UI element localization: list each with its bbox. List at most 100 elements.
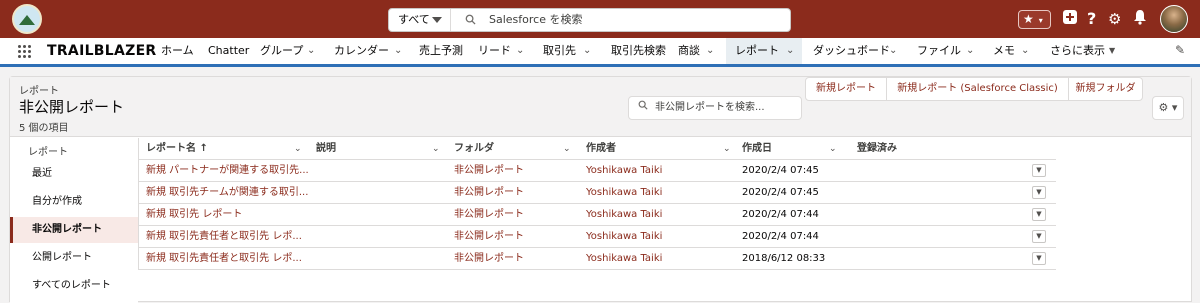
chevron-down-icon[interactable]: ⌄ [294,138,302,160]
list-search-input[interactable]: 非公開レポートを検索... [628,96,802,120]
search-input[interactable]: Salesforce を検索 [489,9,582,31]
column-header-folder[interactable]: フォルダ [454,138,494,160]
chevron-down-icon[interactable]: ⌄ [432,138,440,160]
folder-link[interactable]: 非公開レポート [454,226,524,247]
column-header-description[interactable]: 説明 [316,138,336,160]
sidebar-item-public-reports[interactable]: 公開レポート [10,245,138,271]
new-folder-button[interactable]: 新規フォルダ [1068,77,1143,101]
report-name-link[interactable]: 新規 取引先 レポート [146,204,311,225]
row-actions-button[interactable]: ▼ [1032,164,1046,177]
created-date: 2020/2/4 07:45 [742,165,819,176]
tab-home[interactable]: ホーム [161,38,194,64]
chevron-down-icon: ▾ [1038,16,1043,25]
column-header-subscribed[interactable]: 登録済み [857,138,897,160]
report-name-link[interactable]: 新規 パートナーが関連する取引先... [146,160,311,181]
table-row: 新規 取引先 レポート 非公開レポート Yoshikawa Taiki 2020… [138,204,1056,226]
app-nav-bar: TRAILBLAZER ホーム Chatter グループ ⌄ カレンダー ⌄ 売… [0,38,1200,67]
avatar[interactable] [1160,5,1188,33]
tab-accounts[interactable]: 取引先 [543,38,576,64]
chevron-down-icon [432,17,442,23]
tab-dashboards[interactable]: ダッシュボード [813,38,890,64]
column-header-report-name[interactable]: レポート名 ↑ [146,138,208,160]
list-view-panel: レポート 非公開レポート 5 個の項目 非公開レポートを検索... 新規レポート… [9,76,1192,303]
sidebar-item-recent[interactable]: 最近 [10,161,138,187]
breadcrumb: レポート [19,86,59,97]
gear-icon[interactable]: ⚙ [1108,9,1121,29]
tab-account-search[interactable]: 取引先検索 [611,38,666,64]
report-name-link[interactable]: 新規 取引先責任者と取引先 レポ... [146,248,311,269]
table-row: 新規 パートナーが関連する取引先... 非公開レポート Yoshikawa Ta… [138,160,1056,182]
table-row: 新規 取引先責任者と取引先 レポ... 非公開レポート Yoshikawa Ta… [138,226,1056,248]
sidebar-item-private-reports[interactable]: 非公開レポート [10,217,138,243]
author-link[interactable]: Yoshikawa Taiki [586,182,662,203]
column-header-author[interactable]: 作成者 [586,138,616,160]
sidebar-item-all-reports[interactable]: すべてのレポート [10,273,138,299]
tab-files[interactable]: ファイル [917,38,961,64]
chevron-down-icon[interactable]: ⌄ [563,138,571,160]
global-header: すべて Salesforce を検索 ★ ▾ ? ⚙ [0,0,1200,38]
row-actions-button[interactable]: ▼ [1032,230,1046,243]
chevron-down-icon[interactable]: ⌄ [394,38,402,64]
tab-notes[interactable]: メモ [993,38,1015,64]
app-launcher-icon[interactable] [18,45,32,59]
created-date: 2020/2/4 07:44 [742,231,819,242]
help-icon[interactable]: ? [1087,9,1096,29]
folder-link[interactable]: 非公開レポート [454,182,524,203]
new-report-classic-button[interactable]: 新規レポート (Salesforce Classic) [886,77,1069,101]
tab-chatter[interactable]: Chatter [208,38,249,64]
sidebar-item-created-by-me[interactable]: 自分が作成 [10,189,138,215]
chevron-down-icon[interactable]: ⌄ [307,38,315,64]
chevron-down-icon[interactable]: ⌄ [889,38,897,64]
author-link[interactable]: Yoshikawa Taiki [586,160,662,181]
row-actions-button[interactable]: ▼ [1032,186,1046,199]
tab-opportunities[interactable]: 商談 [678,38,700,64]
report-name-link[interactable]: 新規 取引先責任者と取引先 レポ... [146,226,311,247]
row-actions-button[interactable]: ▼ [1032,208,1046,221]
tab-forecasts[interactable]: 売上予測 [419,38,463,64]
created-date: 2018/6/12 08:33 [742,253,826,264]
page-header: レポート 非公開レポート 5 個の項目 非公開レポートを検索... 新規レポート… [10,77,1191,137]
chevron-down-icon[interactable]: ⌄ [583,38,591,64]
table-row: 新規 取引先責任者と取引先 レポ... 非公開レポート Yoshikawa Ta… [138,248,1056,270]
chevron-down-icon[interactable]: ⌄ [966,38,974,64]
chevron-down-icon[interactable]: ⌄ [829,138,837,160]
chevron-down-icon[interactable]: ⌄ [1021,38,1029,64]
folder-link[interactable]: 非公開レポート [454,204,524,225]
created-date: 2020/2/4 07:44 [742,209,819,220]
author-link[interactable]: Yoshikawa Taiki [586,226,662,247]
item-count: 5 個の項目 [19,123,69,134]
tab-groups[interactable]: グループ [260,38,303,64]
sidebar-heading: レポート [28,147,68,158]
add-icon[interactable] [1062,9,1078,30]
chevron-down-icon[interactable]: ⌄ [723,138,731,160]
report-sidebar: レポート 最近 自分が作成 非公開レポート 公開レポート すべてのレポート [10,138,138,303]
list-search-placeholder: 非公開レポートを検索... [655,102,765,113]
column-header-created-date[interactable]: 作成日 [742,138,772,160]
row-actions-button[interactable]: ▼ [1032,252,1046,265]
list-settings-button[interactable]: ⚙ ▾ [1152,96,1184,120]
bell-icon[interactable] [1133,9,1147,30]
tab-more[interactable]: さらに表示 [1050,38,1105,64]
new-report-button[interactable]: 新規レポート [805,77,887,101]
search-icon [465,14,476,28]
author-link[interactable]: Yoshikawa Taiki [586,248,662,269]
page-title: 非公開レポート [19,98,125,116]
favorites-button[interactable]: ★ ▾ [1018,10,1051,29]
tab-leads[interactable]: リード [478,38,511,64]
report-name-link[interactable]: 新規 取引先チームが関連する取引... [146,182,311,203]
global-search[interactable]: すべて Salesforce を検索 [388,8,791,32]
edit-nav-icon[interactable]: ✎ [1175,43,1185,57]
author-link[interactable]: Yoshikawa Taiki [586,204,662,225]
chevron-down-icon[interactable]: ⌄ [706,38,714,64]
chevron-down-icon[interactable]: ⌄ [516,38,524,64]
folder-link[interactable]: 非公開レポート [454,160,524,181]
chevron-down-icon[interactable]: ⌄ [786,38,794,64]
search-icon [638,97,648,119]
tab-calendar[interactable]: カレンダー [334,38,389,64]
trailhead-logo[interactable] [12,4,42,34]
chevron-down-icon[interactable]: ▼ [1109,38,1115,64]
search-scope-select[interactable]: すべて [389,9,451,31]
folder-link[interactable]: 非公開レポート [454,248,524,269]
search-scope-label: すべて [398,13,430,26]
table-header: レポート名 ↑ ⌄ 説明 ⌄ フォルダ ⌄ 作成者 ⌄ 作成日 ⌄ 登録済み [138,138,1056,160]
